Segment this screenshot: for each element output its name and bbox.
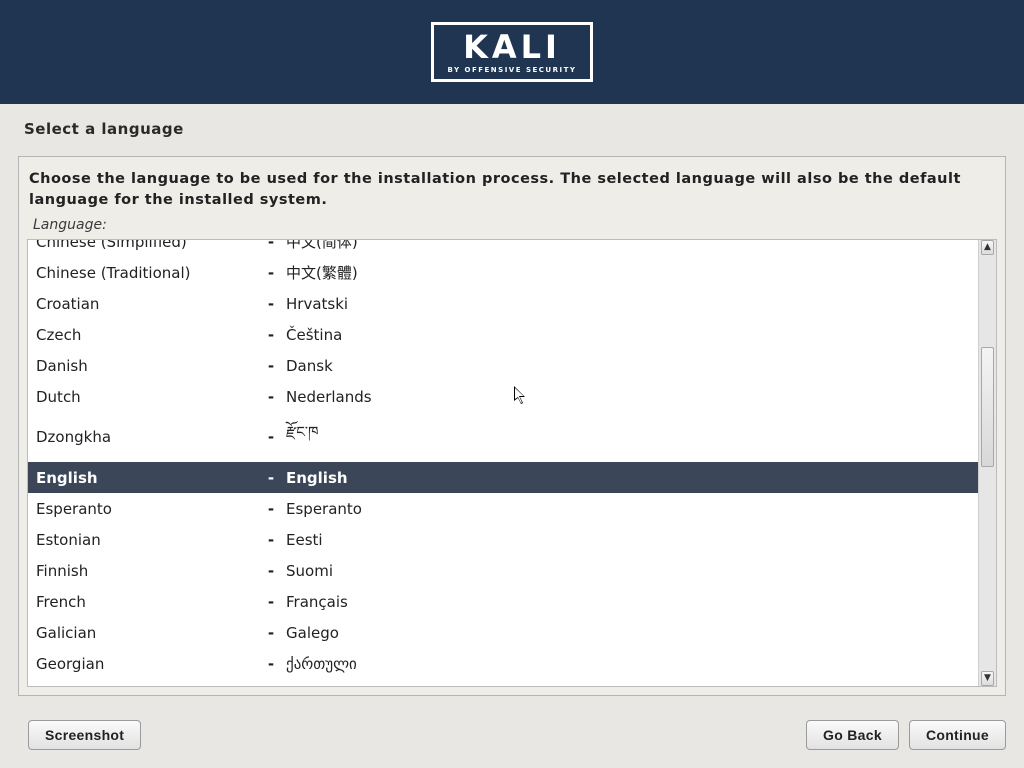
screenshot-button[interactable]: Screenshot	[28, 720, 141, 750]
brand-banner: KALI BY OFFENSIVE SECURITY	[0, 0, 1024, 104]
language-native: Hrvatski	[286, 295, 970, 313]
separator-dash: -	[256, 295, 286, 313]
language-option[interactable]: English-English	[28, 462, 978, 493]
language-native: Esperanto	[286, 500, 970, 518]
page-title: Select a language	[0, 104, 1024, 156]
separator-dash: -	[256, 624, 286, 642]
language-name: Estonian	[36, 531, 256, 549]
language-option[interactable]: Dutch-Nederlands	[28, 381, 978, 412]
language-native: Čeština	[286, 326, 970, 344]
language-name: Croatian	[36, 295, 256, 313]
separator-dash: -	[256, 326, 286, 344]
separator-dash: -	[256, 531, 286, 549]
field-label-language: Language:	[19, 217, 1005, 239]
language-name: English	[36, 469, 256, 487]
language-option[interactable]: Esperanto-Esperanto	[28, 493, 978, 524]
separator-dash: -	[256, 469, 286, 487]
brand-name: KALI	[448, 31, 577, 63]
separator-dash: -	[256, 357, 286, 375]
language-native: Galego	[286, 624, 970, 642]
separator-dash: -	[256, 240, 286, 251]
language-option[interactable]: Georgian-ქართული	[28, 648, 978, 679]
continue-button[interactable]: Continue	[909, 720, 1006, 750]
language-name: Esperanto	[36, 500, 256, 518]
language-option[interactable]: Estonian-Eesti	[28, 524, 978, 555]
language-name: Finnish	[36, 562, 256, 580]
language-option[interactable]: Dzongkha-རྫོང་ཁ	[28, 412, 978, 462]
main-panel: Choose the language to be used for the i…	[18, 156, 1006, 696]
separator-dash: -	[256, 388, 286, 406]
language-native: Français	[286, 593, 970, 611]
footer-bar: Screenshot Go Back Continue	[18, 720, 1006, 750]
language-option[interactable]: German-Deutsch	[28, 679, 978, 686]
language-native: Suomi	[286, 562, 970, 580]
language-native: Eesti	[286, 531, 970, 549]
language-name: Chinese (Traditional)	[36, 264, 256, 282]
instructions-text: Choose the language to be used for the i…	[19, 157, 1005, 217]
language-name: Dzongkha	[36, 428, 256, 446]
language-option[interactable]: Finnish-Suomi	[28, 555, 978, 586]
language-name: Chinese (Simplified)	[36, 240, 256, 251]
language-name: Galician	[36, 624, 256, 642]
language-name: Czech	[36, 326, 256, 344]
language-native: 中文(繁體)	[286, 262, 970, 283]
language-name: Dutch	[36, 388, 256, 406]
separator-dash: -	[256, 264, 286, 282]
language-native: རྫོང་ཁ	[286, 416, 970, 458]
language-native: Nederlands	[286, 388, 970, 406]
language-option[interactable]: Czech-Čeština	[28, 319, 978, 350]
language-native: English	[286, 469, 970, 487]
language-option[interactable]: Croatian-Hrvatski	[28, 288, 978, 319]
language-option[interactable]: Galician-Galego	[28, 617, 978, 648]
language-option[interactable]: French-Français	[28, 586, 978, 617]
language-native: Dansk	[286, 357, 970, 375]
go-back-button[interactable]: Go Back	[806, 720, 899, 750]
brand-logo: KALI BY OFFENSIVE SECURITY	[431, 22, 594, 81]
scrollbar-track[interactable]	[981, 257, 994, 669]
scroll-up-button[interactable]: ▲	[981, 240, 994, 255]
language-native: 中文(简体)	[286, 240, 970, 252]
separator-dash: -	[256, 428, 286, 446]
scrollbar[interactable]: ▲ ▼	[978, 240, 996, 686]
separator-dash: -	[256, 562, 286, 580]
language-option[interactable]: Chinese (Traditional)-中文(繁體)	[28, 257, 978, 288]
language-listbox[interactable]: Chinese (Simplified)-中文(简体)Chinese (Trad…	[27, 239, 997, 687]
language-option[interactable]: Chinese (Simplified)-中文(简体)	[28, 240, 978, 257]
scroll-down-button[interactable]: ▼	[981, 671, 994, 686]
language-native: ქართული	[286, 655, 970, 673]
separator-dash: -	[256, 500, 286, 518]
language-option[interactable]: Danish-Dansk	[28, 350, 978, 381]
scrollbar-thumb[interactable]	[981, 347, 994, 467]
language-name: Georgian	[36, 655, 256, 673]
language-name: Danish	[36, 357, 256, 375]
language-name: French	[36, 593, 256, 611]
separator-dash: -	[256, 593, 286, 611]
separator-dash: -	[256, 655, 286, 673]
